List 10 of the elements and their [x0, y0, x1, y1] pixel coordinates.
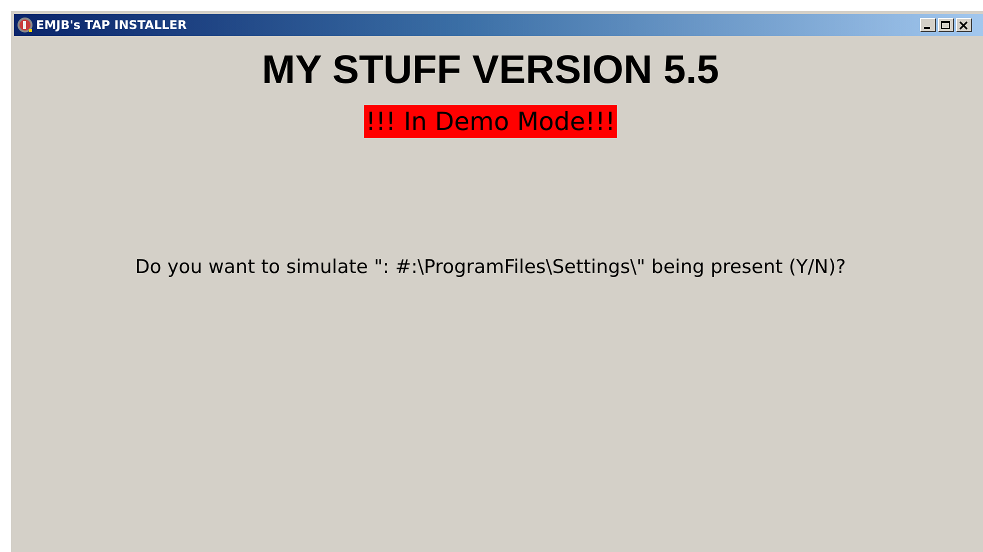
window-title: EMJB's TAP INSTALLER — [36, 18, 188, 32]
maximize-button[interactable] — [938, 18, 954, 32]
app-heading: MY STUFF VERSION 5.5 — [262, 48, 720, 93]
close-button[interactable] — [956, 18, 972, 32]
app-icon — [17, 17, 33, 33]
minimize-button[interactable] — [920, 18, 936, 32]
close-icon — [959, 21, 969, 30]
maximize-icon — [941, 21, 951, 30]
prompt-text: Do you want to simulate ": #:\ProgramFiles\Settings\" being present (Y/N)? — [135, 256, 846, 278]
demo-mode-banner: !!! In Demo Mode!!! — [364, 105, 618, 138]
